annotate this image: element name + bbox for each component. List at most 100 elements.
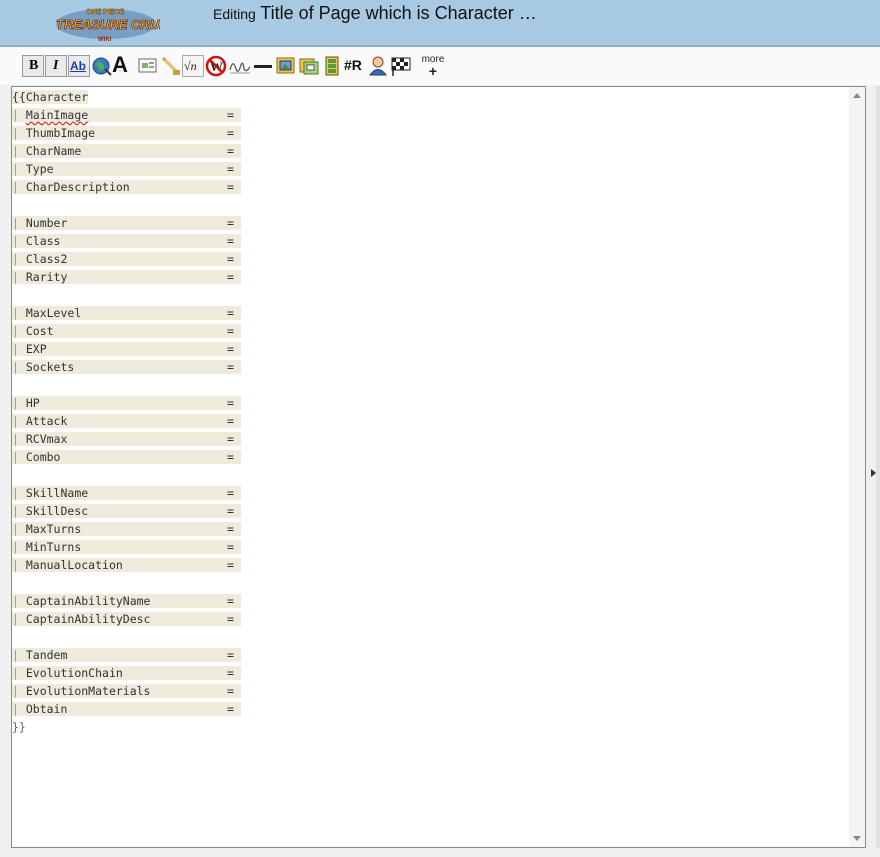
param-name: Class2: [25, 252, 68, 266]
template-param-line: | Sockets =: [12, 360, 241, 374]
param-equals: =: [227, 666, 234, 680]
wikitext-editor[interactable]: {{Character | MainImage = | ThumbImage = | Ch…: [11, 86, 866, 848]
param-bar: |: [12, 108, 26, 122]
param-name: CharName: [25, 144, 82, 158]
image-icon: [138, 58, 157, 73]
param-name: Attack: [25, 414, 68, 428]
nowiki-button[interactable]: W: [205, 55, 227, 77]
param-bar: |: [12, 216, 26, 230]
param-bar: |: [12, 126, 26, 140]
table-icon: [325, 56, 339, 76]
media-note-icon: [161, 56, 181, 76]
param-equals: =: [227, 450, 234, 464]
param-bar: |: [12, 252, 26, 266]
redirect-button[interactable]: #R: [343, 55, 365, 77]
horizontal-line-button[interactable]: [252, 55, 274, 77]
param-name: Combo: [25, 450, 61, 464]
template-param-line: | CharName =: [12, 144, 241, 158]
user-icon: [369, 56, 387, 76]
param-name: CaptainAbilityName: [25, 594, 151, 608]
scroll-up-arrow-icon[interactable]: [853, 93, 861, 98]
param-equals: =: [227, 270, 234, 284]
template-param-line: | Obtain =: [12, 702, 241, 716]
template-param-line: | MainImage =: [12, 108, 241, 122]
template-close-line: }}: [12, 720, 26, 734]
treasure-cruise-wiki-logo[interactable]: ONE PIECE TREASURE CRUISE WIKI: [52, 2, 160, 44]
template-icon: [299, 58, 319, 75]
external-link-button[interactable]: [91, 55, 113, 77]
checkered-flag-icon: [391, 57, 411, 76]
param-bar: |: [12, 306, 26, 320]
template-param-line: | ManualLocation =: [12, 558, 241, 572]
param-name: Obtain: [25, 702, 68, 716]
template-param-line: | Class =: [12, 234, 241, 248]
param-equals: =: [227, 162, 234, 176]
signature-button[interactable]: [228, 55, 251, 77]
template-param-line: | MaxLevel =: [12, 306, 241, 320]
page-title-text: Title of Page which is Character …: [260, 3, 537, 23]
param-equals: =: [227, 522, 234, 536]
template-param-line: | MaxTurns =: [12, 522, 241, 536]
param-bar: |: [12, 144, 26, 158]
template-param-line: | Attack =: [12, 414, 241, 428]
param-name: MaxTurns: [25, 522, 82, 536]
param-equals: =: [227, 648, 234, 662]
param-name: SkillDesc: [25, 504, 89, 518]
param-equals: =: [227, 144, 234, 158]
template-param-line: | Combo =: [12, 450, 241, 464]
embedded-file-button[interactable]: [137, 55, 159, 77]
scroll-down-arrow-icon[interactable]: [853, 836, 861, 841]
param-name: EvolutionMaterials: [25, 684, 151, 698]
template-param-line: | SkillName =: [12, 486, 241, 500]
param-equals: =: [227, 414, 234, 428]
gallery-button[interactable]: [275, 55, 297, 77]
param-name: Tandem: [25, 648, 68, 662]
race-flag-button[interactable]: [390, 55, 412, 77]
param-equals: =: [227, 702, 234, 716]
param-name: MaxLevel: [25, 306, 82, 320]
logo-text-1: ONE PIECE: [86, 9, 124, 16]
math-formula-button[interactable]: √n: [182, 55, 204, 77]
param-equals: =: [227, 396, 234, 410]
more-button[interactable]: more +: [420, 55, 446, 79]
template-param-line: | Number =: [12, 216, 241, 230]
param-bar: |: [12, 234, 26, 248]
editing-label: Editing: [213, 6, 256, 22]
media-file-button[interactable]: [160, 55, 182, 77]
internal-link-button[interactable]: Ab: [68, 55, 90, 77]
param-bar: |: [12, 486, 26, 500]
template-param-line: | HP =: [12, 396, 241, 410]
param-equals: =: [227, 342, 234, 356]
page-title: Editing Title of Page which is Character…: [213, 3, 537, 24]
param-bar: |: [12, 666, 26, 680]
param-name: EXP: [25, 342, 47, 356]
user-button[interactable]: [367, 55, 389, 77]
insert-template-button[interactable]: [298, 55, 320, 77]
horizontal-rule-icon: [254, 65, 272, 68]
page-header: ONE PIECE TREASURE CRUISE WIKI Editing T…: [0, 0, 880, 47]
expand-side-panel-icon[interactable]: [871, 469, 876, 477]
param-equals: =: [227, 432, 234, 446]
insert-table-button[interactable]: [321, 55, 343, 77]
template-param-line: | ThumbImage =: [12, 126, 241, 140]
param-name: EvolutionChain: [25, 666, 123, 680]
plus-icon: +: [428, 63, 438, 79]
param-equals: =: [227, 486, 234, 500]
template-param-line: | Rarity =: [12, 270, 241, 284]
bold-button[interactable]: B: [22, 55, 44, 77]
editor-scrollbar[interactable]: [849, 87, 865, 847]
param-equals: =: [227, 234, 234, 248]
template-param-line: | SkillDesc =: [12, 504, 241, 518]
template-param-line: | Tandem =: [12, 648, 241, 662]
italic-button[interactable]: I: [45, 55, 67, 77]
param-name: ManualLocation: [25, 558, 123, 572]
param-bar: |: [12, 558, 26, 572]
param-bar: |: [12, 432, 26, 446]
param-equals: =: [227, 504, 234, 518]
headline-button[interactable]: A: [111, 52, 133, 77]
logo-text-2: TREASURE CRUISE: [56, 17, 160, 32]
param-equals: =: [227, 558, 234, 572]
param-bar: |: [12, 396, 26, 410]
param-name: RCVmax: [25, 432, 68, 446]
param-bar: |: [12, 360, 26, 374]
